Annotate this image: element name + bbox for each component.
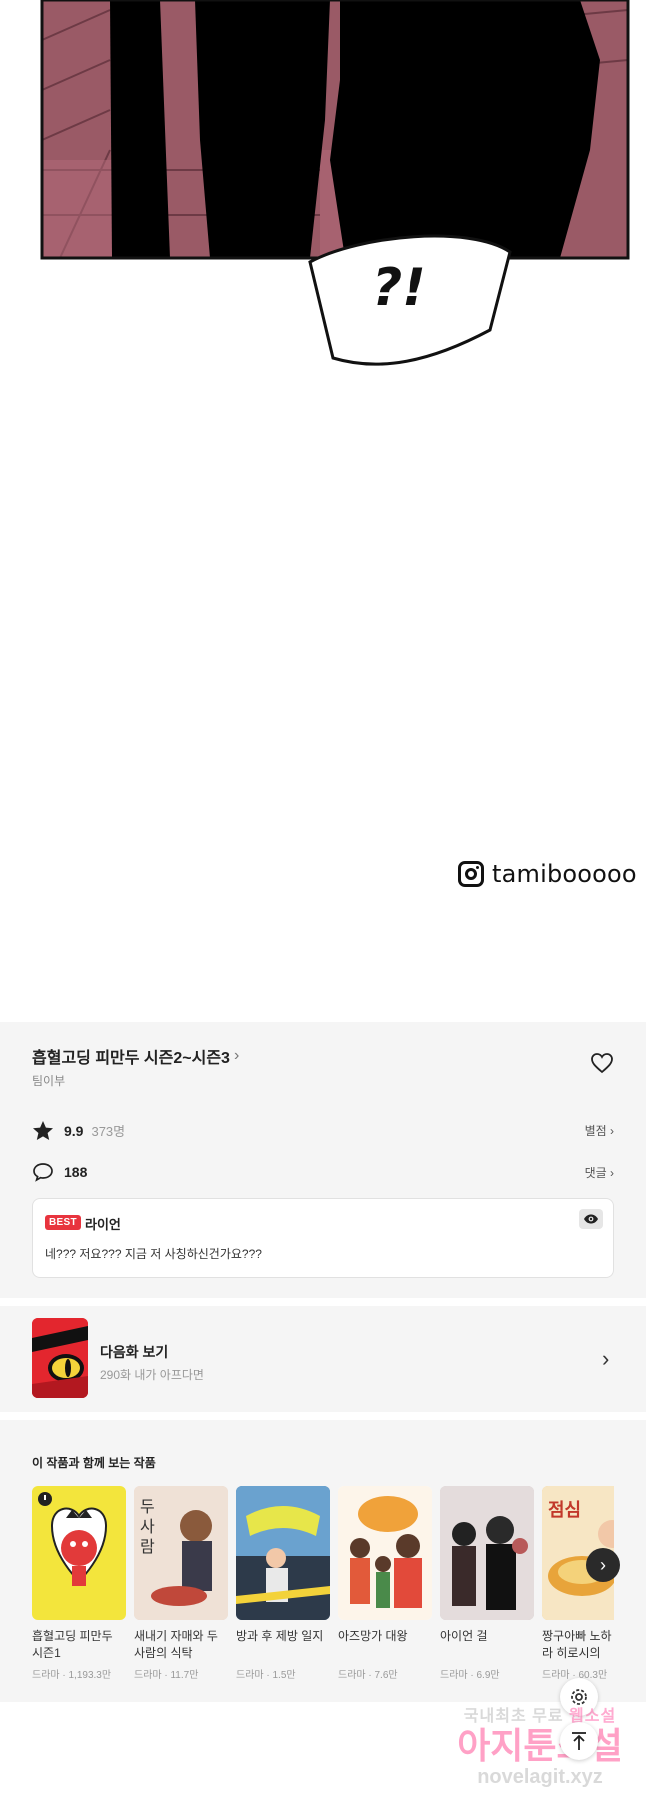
- recommendation-card[interactable]: 두 사 람 새내기 자매와 두 사람의 식탁 드라마 · 11.7만: [134, 1486, 228, 1681]
- rating-value: 9.9: [64, 1122, 84, 1139]
- recommendation-title: 방과 후 제방 일지: [236, 1629, 324, 1643]
- series-title: 흡혈고딩 피만두 시즌2~시즌3: [32, 1050, 230, 1067]
- recommendations-title: 이 작품과 함께 보는 작품: [32, 1456, 156, 1470]
- recommendation-meta: 드라마 · 1.5만: [236, 1670, 296, 1681]
- recommendation-card[interactable]: 아즈망가 대왕 드라마 · 7.6만: [338, 1486, 432, 1681]
- recommendation-meta: 드라마 · 6.9만: [440, 1670, 500, 1681]
- recommendation-title: 아이언 걸: [440, 1629, 488, 1643]
- recommendation-title: 흡혈고딩 피만두 시즌1: [32, 1629, 113, 1660]
- recommendation-card[interactable]: 점심 짱구아빠 노하라 히로시의 점심 드라마 · 60.3만: [542, 1486, 614, 1681]
- star-icon: [33, 1121, 53, 1140]
- recommendation-card[interactable]: 아이언 걸 드라마 · 6.9만: [440, 1486, 534, 1681]
- comic-panel: ?! tamibooooo: [0, 0, 646, 1025]
- recommendations: 이 작품과 함께 보는 작품 흡혈고딩 피만두 시즌1 드라마 · 1,193.…: [0, 1412, 646, 1702]
- svg-text:람: 람: [140, 1537, 155, 1556]
- best-comment-text: 네??? 저요??? 지금 저 사칭하신건가요???: [45, 1247, 262, 1261]
- comment-count: 188: [64, 1164, 88, 1180]
- watermark: 국내최초 무료 웹소설 아지툰소설 novelagit.xyz: [440, 1702, 640, 1789]
- series-info: 흡혈고딩 피만두 시즌2~시즌3 › 팀이부 9.9 373명 별점 › 188…: [0, 1022, 646, 1298]
- next-episode[interactable]: 다음화 보기 290화 내가 아프다면 ›: [0, 1298, 646, 1412]
- svg-text:점심: 점심: [548, 1500, 581, 1521]
- svg-text:두: 두: [140, 1497, 155, 1516]
- clock-icon: [38, 1492, 52, 1506]
- watermark-line3: novelagit.xyz: [477, 1766, 603, 1788]
- best-comment-user: 라이언: [85, 1217, 121, 1232]
- recommendation-meta: 드라마 · 7.6만: [338, 1670, 398, 1681]
- recommendation-card[interactable]: 방과 후 제방 일지 드라마 · 1.5만: [236, 1486, 330, 1681]
- next-episode-thumbnail: [32, 1318, 88, 1398]
- recommendation-title: 새내기 자매와 두 사람의 식탁: [134, 1629, 218, 1660]
- comment-link-label: 댓글: [584, 1165, 607, 1180]
- recommendation-cover: 두 사 람: [134, 1486, 228, 1620]
- chevron-right-icon: ›: [600, 1554, 606, 1575]
- comment-link[interactable]: 댓글 ›: [585, 1164, 614, 1181]
- next-episode-title: 290화 내가 아프다면: [100, 1368, 204, 1382]
- rating-row: 9.9 373명 별점 ›: [32, 1120, 614, 1141]
- carousel-next-button[interactable]: ›: [586, 1548, 620, 1582]
- series-title-link[interactable]: 흡혈고딩 피만두 시즌2~시즌3 ›: [32, 1044, 239, 1068]
- heart-icon[interactable]: [590, 1052, 614, 1074]
- svg-text:사: 사: [140, 1517, 155, 1536]
- recommendation-cover: [236, 1486, 330, 1620]
- recommendation-title: 짱구아빠 노하라 히로시의 점심: [542, 1629, 612, 1660]
- recommendation-cover: [32, 1486, 126, 1620]
- rating-link[interactable]: 별점 ›: [585, 1122, 614, 1139]
- watermark-line1a: 국내최초 무료: [463, 1708, 564, 1725]
- comment-icon: [33, 1163, 53, 1182]
- rating-link-label: 별점: [584, 1124, 607, 1138]
- next-episode-label: 다음화 보기: [100, 1344, 169, 1360]
- speech-bubble-text: ?!: [372, 258, 426, 318]
- arrow-up-icon: [572, 1732, 586, 1750]
- rating-count: 373명: [91, 1124, 126, 1139]
- recommendation-cover: [440, 1486, 534, 1620]
- best-comment[interactable]: BEST 라이언 네??? 저요??? 지금 저 사칭하신건가요???: [32, 1198, 614, 1278]
- instagram-handle: tamibooooo: [492, 860, 637, 888]
- recommendation-card[interactable]: 흡혈고딩 피만두 시즌1 드라마 · 1,193.3만: [32, 1486, 126, 1681]
- recommendation-title: 아즈망가 대왕: [338, 1629, 408, 1643]
- recommendation-meta: 드라마 · 11.7만: [134, 1670, 199, 1681]
- instagram-icon: [458, 861, 484, 887]
- instagram-credit: tamibooooo: [458, 860, 637, 888]
- comment-row: 188 댓글 ›: [32, 1162, 614, 1182]
- watermark-line2: 아지툰소설: [457, 1725, 623, 1766]
- best-badge: BEST: [45, 1215, 81, 1230]
- chevron-right-icon: ›: [602, 1346, 610, 1371]
- chevron-right-icon: ›: [233, 1047, 240, 1064]
- eye-icon[interactable]: [579, 1209, 603, 1229]
- recommendation-meta: 드라마 · 1,193.3만: [32, 1670, 112, 1681]
- author-name: 팀이부: [32, 1074, 66, 1088]
- scroll-top-button[interactable]: [560, 1722, 598, 1760]
- recommendation-cover: [338, 1486, 432, 1620]
